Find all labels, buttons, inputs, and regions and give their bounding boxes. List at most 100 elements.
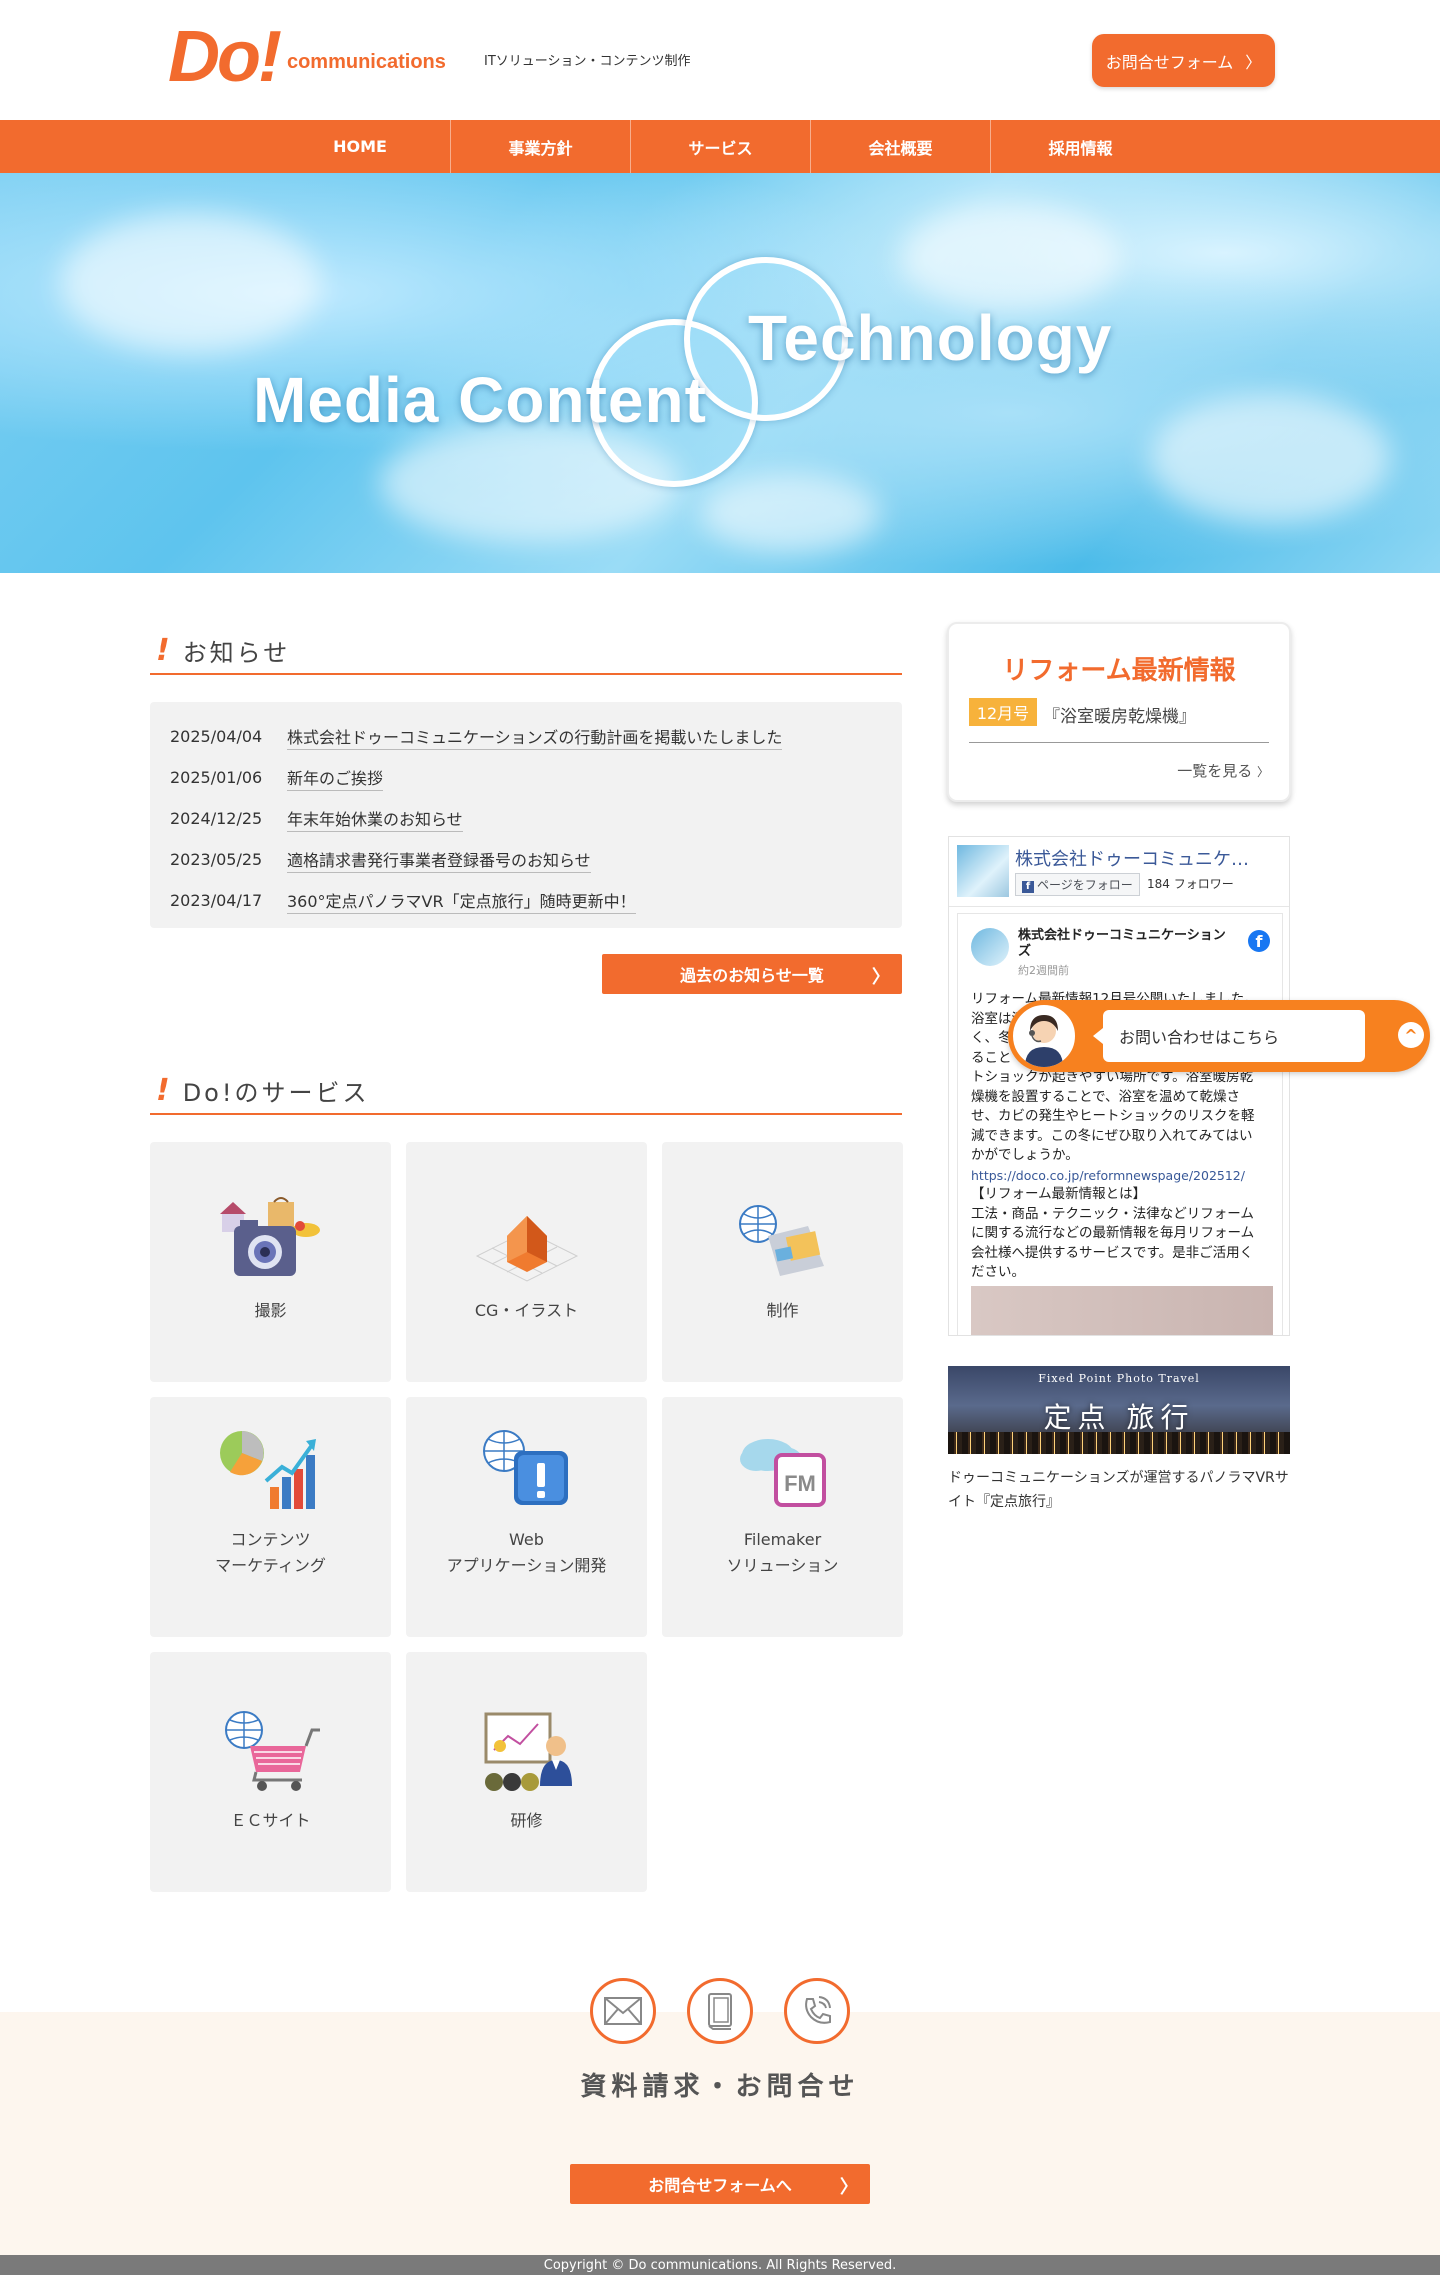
site-logo[interactable]: Do! communications (168, 17, 446, 97)
news-link[interactable]: 年末年始休業のお知らせ (287, 806, 463, 832)
service-label: ＥＣサイト (230, 1811, 311, 1830)
filemaker-icon: FM (739, 1439, 826, 1507)
facebook-header: 株式会社ドゥーコミュニケ… f ページをフォロー 184 フォロワー (949, 837, 1289, 907)
facebook-icon[interactable]: f (1248, 930, 1270, 952)
banner-caption: ドゥーコミュニケーションズが運営するパノラマVRサイト『定点旅行』 (948, 1470, 1289, 1510)
nav-item-recruit[interactable]: 採用情報 (990, 120, 1170, 173)
site-tagline: ITソリューション・コンテンツ制作 (484, 54, 691, 69)
services-title: Do!のサービス (182, 1078, 370, 1107)
nav-item-home[interactable]: HOME (270, 120, 450, 173)
global-nav: HOME 事業方針 サービス 会社概要 採用情報 (0, 120, 1440, 173)
post-line: ださい。 (971, 1264, 1025, 1280)
news-link[interactable]: 適格請求書発行事業者登録番号のお知らせ (287, 847, 591, 873)
reform-more-link[interactable]: 一覧を見る 〉 (1177, 760, 1269, 781)
phone-icon[interactable] (784, 1978, 850, 2044)
post-author[interactable]: 株式会社ドゥーコミュニケーションズ (1018, 928, 1238, 960)
services-heading: ! Do!のサービス (150, 1067, 902, 1115)
news-date: 2023/04/17 (170, 891, 263, 910)
post-image[interactable] (971, 1286, 1273, 1335)
nav-item-services[interactable]: サービス (630, 120, 810, 173)
post-time[interactable]: 約2週間前 (1018, 962, 1069, 978)
footer-copyright: Copyright © Do communications. All Right… (0, 2255, 1440, 2275)
hero-text-media-content: Media Content (253, 364, 707, 436)
page-thumbnail[interactable] (957, 845, 1009, 897)
exclamation-icon: ! (156, 1072, 173, 1108)
service-card-webapp[interactable]: Web アプリケーション開発 (406, 1397, 647, 1637)
service-label: 制作 (766, 1301, 799, 1320)
shopping-cart-icon (224, 1711, 320, 1791)
banner-subtitle: Fixed Point Photo Travel (1038, 1372, 1200, 1385)
facebook-widget: 株式会社ドゥーコミュニケ… f ページをフォロー 184 フォロワー 株式会社ドゥ… (948, 836, 1290, 1336)
city-lights (948, 1432, 1290, 1454)
cg-house-icon (475, 1216, 578, 1282)
news-item[interactable]: 2023/05/25 適格請求書発行事業者登録番号のお知らせ (170, 839, 882, 880)
divider (969, 742, 1269, 743)
nav-item-company[interactable]: 会社概要 (810, 120, 990, 173)
service-label: コンテンツ マーケティング (215, 1530, 326, 1575)
nav-item-policy[interactable]: 事業方針 (450, 120, 630, 173)
mail-icon[interactable] (590, 1978, 656, 2044)
contact-section (0, 2012, 1440, 2255)
marketing-chart-icon (219, 1431, 316, 1509)
site-header: Do! communications ITソリューション・コンテンツ制作 お問合… (0, 0, 1440, 120)
web-app-icon (482, 1430, 568, 1505)
news-link[interactable]: 新年のご挨拶 (287, 765, 384, 791)
header-contact-label: お問合せフォーム (1105, 52, 1234, 72)
past-news-label: 過去のお知らせ一覧 (680, 966, 824, 985)
follow-label: ページをフォロー (1037, 878, 1133, 892)
chat-label: お問い合わせはこちら (1093, 1010, 1365, 1062)
post-line: せ、カビの発生やヒートショックのリスクを軽 (971, 1108, 1255, 1124)
follow-button[interactable]: f ページをフォロー (1015, 873, 1140, 896)
news-item[interactable]: 2024/12/25 年末年始休業のお知らせ (170, 798, 882, 839)
news-item[interactable]: 2025/04/04 株式会社ドゥーコミュニケーションズの行動計画を掲載いたしまし… (170, 716, 882, 757)
service-card-marketing[interactable]: コンテンツ マーケティング (150, 1397, 391, 1637)
reform-more-label: 一覧を見る (1177, 762, 1253, 780)
teiten-ryoko-banner[interactable]: Fixed Point Photo Travel 定点 旅行 (948, 1366, 1290, 1454)
banner-title: 定点 旅行 (1043, 1401, 1195, 1434)
news-date: 2025/04/04 (170, 727, 263, 746)
reform-title: リフォーム最新情報 (1002, 656, 1236, 686)
service-card-production[interactable]: 制作 (662, 1142, 903, 1382)
news-item[interactable]: 2023/04/17 360°定点パノラマVR「定点旅行」随時更新中！ (170, 880, 882, 921)
logo-mark: Do! (168, 17, 282, 97)
news-link[interactable]: 360°定点パノラマVR「定点旅行」随時更新中！ (287, 888, 636, 914)
service-card-ec[interactable]: ＥＣサイト (150, 1652, 391, 1892)
news-item[interactable]: 2025/01/06 新年のご挨拶 (170, 757, 882, 798)
post-line: 【リフォーム最新情報とは】 (971, 1186, 1147, 1202)
avatar[interactable] (971, 928, 1009, 966)
camera-icon (219, 1197, 320, 1276)
logo-wordmark: communications (286, 51, 446, 73)
chevron-up-icon[interactable]: ^ (1398, 1022, 1424, 1048)
post-line: 減できます。この冬にぜひ取り入れてみてはい (971, 1127, 1253, 1144)
document-icon[interactable] (687, 1978, 753, 2044)
service-label: CG・イラスト (474, 1301, 579, 1320)
post-line: かがでしょうか。 (971, 1147, 1079, 1163)
service-label: Filemaker ソリューション (726, 1530, 839, 1575)
chevron-right-icon: 〉 (840, 2177, 858, 2198)
chat-widget[interactable]: お問い合わせはこちら ^ (1008, 1000, 1430, 1072)
news-list: 2025/04/04 株式会社ドゥーコミュニケーションズの行動計画を掲載いたしまし… (150, 702, 902, 928)
service-card-training[interactable]: 研修 (406, 1652, 647, 1892)
facebook-small-icon: f (1022, 881, 1034, 893)
news-date: 2025/01/06 (170, 768, 263, 787)
post-line: に関する流行などの最新情報を毎月リフォーム (971, 1225, 1255, 1241)
contact-form-button[interactable]: お問合せフォームへ 〉 (570, 2164, 870, 2204)
service-card-filemaker[interactable]: FM Filemaker ソリューション (662, 1397, 903, 1637)
header-contact-button[interactable]: お問合せフォーム 〉 (1092, 34, 1275, 87)
news-heading: ! お知らせ (150, 627, 902, 675)
news-title: お知らせ (182, 638, 291, 667)
service-label: 研修 (510, 1811, 543, 1830)
service-card-cg[interactable]: CG・イラスト (406, 1142, 647, 1382)
service-card-photography[interactable]: 撮影 (150, 1142, 391, 1382)
facebook-page-name[interactable]: 株式会社ドゥーコミュニケ… (1015, 845, 1285, 871)
reform-news-card[interactable]: リフォーム最新情報 12月号 『浴室暖房乾燥機』 一覧を見る 〉 (947, 622, 1291, 802)
past-news-button[interactable]: 過去のお知らせ一覧 〉 (602, 954, 902, 994)
news-link[interactable]: 株式会社ドゥーコミュニケーションズの行動計画を掲載いたしました (287, 724, 783, 750)
news-date: 2024/12/25 (170, 809, 263, 828)
reform-article: 『浴室暖房乾燥機』 (1043, 707, 1196, 727)
contact-form-label: お問合せフォームへ (648, 2176, 792, 2195)
service-label: Web アプリケーション開発 (446, 1530, 607, 1575)
month-badge: 12月号 (969, 698, 1037, 726)
service-label: 撮影 (254, 1301, 287, 1320)
post-link[interactable]: https://doco.co.jp/reformnewspage/202512… (971, 1166, 1273, 1186)
